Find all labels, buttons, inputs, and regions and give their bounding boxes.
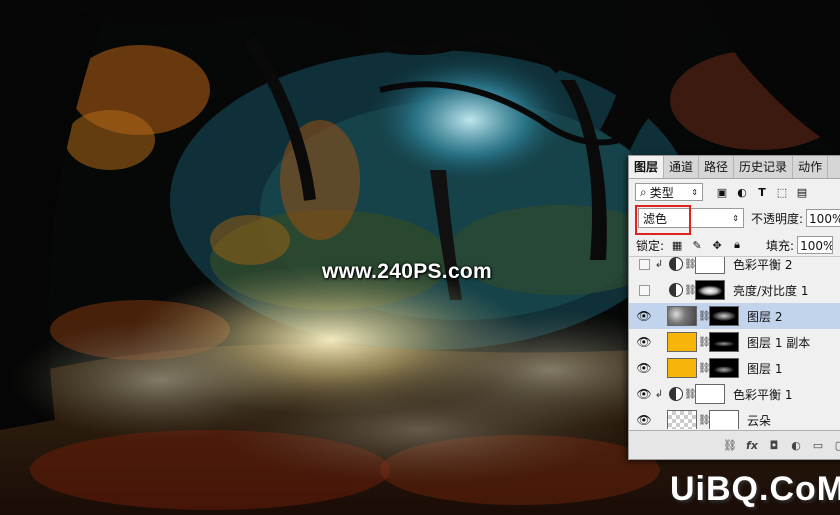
layer-thumbnail[interactable] [667,306,697,326]
layer-row[interactable]: ⛓ 亮度/对比度 1 [629,277,840,304]
smart-object-thumbnail[interactable] [667,410,697,429]
kind-filter-select[interactable]: ⌕ 类型 ⇕ [635,183,703,201]
layer-mask-thumb[interactable] [709,332,739,352]
watermark-bottom: UiBQ.CoM [670,470,840,509]
layer-row-selected[interactable]: 👁︎ ⛓ 图层 2 [629,303,840,330]
fx-icon[interactable]: fx [745,438,759,452]
type-filter-icon[interactable]: T [755,185,769,199]
mask-icon[interactable]: ◘ [767,438,781,452]
layer-thumbnail[interactable] [667,332,697,352]
kind-filter-label: 类型 [649,185,674,200]
lock-row: 锁定: ▦ ✎ ✥ 🔒︎ 填充: 100% [629,234,840,257]
red-highlight-box [635,205,691,235]
chain-icon: ⛓ [698,362,711,374]
eye-icon[interactable]: 👁︎ [635,413,653,427]
watermark-top: www.240PS.com [322,260,493,283]
visibility-toggle[interactable] [635,258,653,270]
layer-name[interactable]: 色彩平衡 1 [733,386,792,403]
layer-name[interactable]: 图层 1 副本 [747,334,810,351]
hidden-box [638,258,650,270]
panel-footer: ⛓ fx ◘ ◐ ▭ ▢ [629,430,840,459]
layer-name[interactable]: 云朵 [747,412,771,429]
blend-mode-select[interactable]: 滤色 ⇕ [635,205,744,235]
layer-mask-thumb[interactable] [695,280,725,300]
layer-mask-thumb[interactable] [695,257,725,274]
smart-filter-icon[interactable]: ▤ [795,185,809,199]
eye-icon[interactable]: 👁︎ [635,309,653,323]
layer-thumbnail[interactable] [667,358,697,378]
lock-all-icon[interactable]: 🔒︎ [730,238,744,252]
layer-name[interactable]: 图层 2 [747,308,782,325]
chain-icon: ⛓ [684,388,697,400]
eye-icon[interactable]: 👁︎ [635,387,653,401]
tab-layers[interactable]: 图层 [629,156,665,178]
watermark-bottom-main: UiBQ.CoM [670,470,840,508]
fill-label: 填充: [766,238,795,253]
adjustment-icon[interactable]: ◐ [789,438,803,452]
panel-tabs: 图层 通道 路径 历史记录 动作 [629,156,840,179]
eye-icon[interactable]: 👁︎ [635,361,653,375]
chain-icon: ⛓ [698,310,711,322]
layer-name[interactable]: 色彩平衡 2 [733,257,792,273]
visibility-toggle[interactable] [635,284,653,296]
tab-history[interactable]: 历史记录 [734,156,794,178]
new-layer-icon[interactable]: ▢ [833,438,840,452]
adjustment-layer-icon [669,283,683,297]
group-icon[interactable]: ▭ [811,438,825,452]
layer-mask-thumb[interactable] [695,384,725,404]
layer-row[interactable]: 👁︎ ⛓ 云朵 [629,407,840,429]
clip-arrow-icon: ↲ [654,388,664,400]
lock-transparency-icon[interactable]: ▦ [670,238,684,252]
layer-row[interactable]: 👁︎ ⛓ 图层 1 副本 [629,329,840,356]
lock-label: 锁定: [636,238,665,253]
layer-mask-thumb[interactable] [709,306,739,326]
blend-row: 滤色 ⇕ 不透明度: 100% [629,205,840,235]
adjustment-layer-icon [669,387,683,401]
opacity-input[interactable]: 100% [806,209,840,227]
layer-name[interactable]: 图层 1 [747,360,782,377]
layer-mask-thumb[interactable] [709,410,739,429]
tab-channels[interactable]: 通道 [664,156,700,178]
layer-row[interactable]: ↲ ⛓ 色彩平衡 2 [629,257,840,278]
chain-icon: ⛓ [684,284,697,296]
fill-input[interactable]: 100% [797,236,834,254]
filter-icons: ▣ ◐ T ⬚ ▤ [715,185,809,199]
layer-mask-thumb[interactable] [709,358,739,378]
tab-actions[interactable]: 动作 [793,156,829,178]
search-icon: ⌕ [640,184,647,199]
layer-row[interactable]: 👁︎ ⛓ 图层 1 [629,355,840,382]
chain-icon: ⛓ [684,258,697,270]
spinner-icon: ⇕ [691,187,698,197]
adjustment-filter-icon[interactable]: ◐ [735,185,749,199]
pixel-filter-icon[interactable]: ▣ [715,185,729,199]
tab-paths[interactable]: 路径 [699,156,735,178]
chain-icon: ⛓ [698,336,711,348]
layer-row[interactable]: 👁︎ ↲ ⛓ 色彩平衡 1 [629,381,840,408]
shape-filter-icon[interactable]: ⬚ [775,185,789,199]
adjustment-layer-icon [669,257,683,271]
layer-name[interactable]: 亮度/对比度 1 [733,282,809,299]
layer-list: ↲ ⛓ 色彩平衡 2 ⛓ 亮度/对比度 1 👁︎ ⛓ 图层 2 👁︎ ⛓ 图层 … [629,257,840,429]
layers-panel[interactable]: 图层 通道 路径 历史记录 动作 ⌕ 类型 ⇕ ▣ ◐ T ⬚ ▤ 滤色 ⇕ 不… [628,155,840,460]
lock-icons: ▦ ✎ ✥ 🔒︎ [670,238,744,252]
opacity-label: 不透明度: [751,211,804,226]
chain-icon: ⛓ [698,414,711,426]
clip-arrow-icon: ↲ [654,258,664,270]
lock-move-icon[interactable]: ✥ [710,238,724,252]
spinner-icon: ⇕ [732,213,739,223]
hidden-box [638,284,650,296]
filter-row: ⌕ 类型 ⇕ ▣ ◐ T ⬚ ▤ [629,180,840,204]
lock-brush-icon[interactable]: ✎ [690,238,704,252]
eye-icon[interactable]: 👁︎ [635,335,653,349]
link-icon[interactable]: ⛓ [723,438,737,452]
